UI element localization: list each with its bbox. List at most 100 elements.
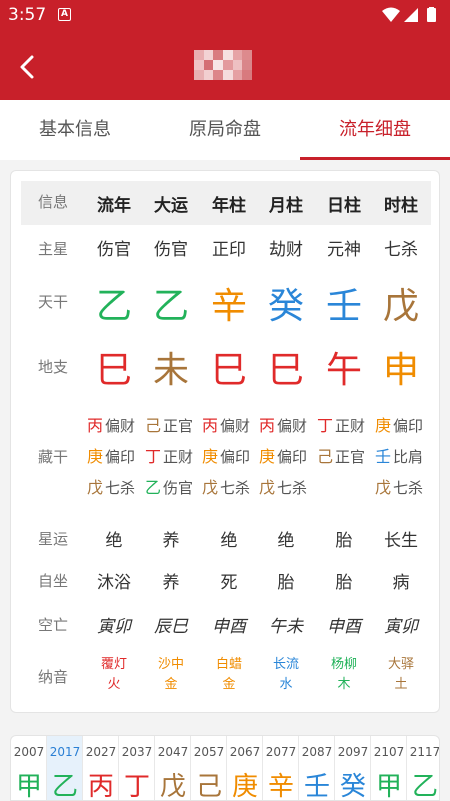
hidden-stem-entry: 戊七杀: [259, 474, 307, 498]
timeline-year-item[interactable]: 2047 戊: [155, 736, 191, 801]
nayin-line-1: 覆灯: [100, 657, 127, 672]
hidden-stem-god: 偏印: [220, 448, 251, 466]
timeline-year: 2107: [373, 745, 405, 759]
tab-original-chart[interactable]: 原局命盘: [150, 100, 300, 160]
nayin-cell: 大驿土: [372, 655, 430, 695]
hidden-stem-entry: 戊七杀: [87, 474, 135, 498]
nayin-line-1: 沙中: [157, 657, 184, 672]
timeline-stem-char: 甲: [15, 772, 42, 801]
timeline-year-item[interactable]: 2037 丁: [119, 736, 155, 800]
self-seat-cell: 沐浴: [97, 573, 131, 593]
nayin-cell: 沙中金: [142, 655, 200, 695]
nayin-line-1: 杨柳: [330, 657, 357, 672]
earthly-branch-char: 巳: [267, 350, 304, 391]
bazi-chart-card: 信息 主星 天干 地支 藏干 星运 自坐 空亡 纳音 流年 大运 年柱 月柱 日柱 时柱 伤官 伤官 正印 劫财 元神…: [10, 170, 440, 713]
column-header-3: 月柱: [269, 196, 303, 216]
hidden-stem-char: 乙: [145, 478, 162, 497]
self-seat-cell: 病: [392, 573, 410, 593]
hidden-stem-char: 己: [317, 447, 334, 466]
timeline-year: 2017: [49, 745, 81, 759]
hidden-stem-entry: 丙偏财: [259, 412, 307, 436]
timeline-year-item[interactable]: 2077 辛: [263, 736, 299, 801]
timeline-year-item[interactable]: 2007 甲: [11, 736, 47, 801]
timeline-year-item[interactable]: 2057 己: [191, 736, 227, 800]
row-label-hdr-info: 信息: [37, 193, 68, 211]
star-fortune-cell: 养: [162, 531, 180, 551]
earthly-branch-char: 巳: [95, 350, 132, 391]
nayin-cell: 白蜡金: [200, 655, 258, 695]
hidden-stem-entry: 己正官: [145, 412, 193, 436]
back-arrow-icon[interactable]: [12, 50, 46, 84]
hidden-stem-god: 七杀: [105, 479, 136, 497]
nayin-line-1: 长流: [272, 657, 299, 672]
self-seat-cell: 养: [162, 573, 180, 593]
timeline-year: 2067: [229, 745, 261, 759]
void-cell: 辰巳: [154, 617, 188, 637]
nayin-line-1: 大驿: [387, 657, 414, 672]
hidden-stem-god: 七杀: [277, 479, 308, 497]
hidden-stem-god: 偏印: [277, 448, 308, 466]
hidden-stem-char: 庚: [375, 416, 392, 435]
hidden-stem-god: 比肩: [393, 448, 424, 466]
earthly-branch-char: 巳: [210, 350, 247, 391]
hidden-stem-entry: 庚偏印: [87, 443, 135, 467]
main-star-cell: 伤官: [154, 240, 188, 260]
row-label-nayin: 纳音: [37, 668, 68, 686]
hidden-stem-entry: 庚偏印: [202, 443, 250, 467]
hidden-stem-char: 戊: [87, 478, 104, 497]
timeline-year: 2027: [85, 745, 117, 759]
hidden-stem-entry: 庚偏印: [375, 412, 423, 436]
timeline-stem-char: 辛: [267, 772, 294, 801]
hidden-stem-entry: 丁正财: [145, 443, 193, 467]
hidden-stem-entry: 丙偏财: [202, 412, 250, 436]
timeline-year-item[interactable]: 2097 癸: [335, 736, 371, 800]
timeline-year-item[interactable]: 2017 乙: [47, 736, 83, 801]
timeline-stem-char: 乙: [51, 772, 78, 801]
timeline-year: 2097: [337, 745, 369, 759]
battery-icon: [427, 8, 436, 22]
nayin-line-2: 金: [222, 677, 236, 692]
heavenly-stem-char: 辛: [210, 286, 247, 327]
timeline-year-item[interactable]: 2027 丙: [83, 736, 119, 800]
hidden-stem-char: 丙: [87, 416, 104, 435]
tab-basic-info[interactable]: 基本信息: [0, 100, 150, 160]
star-fortune-cell: 绝: [105, 531, 123, 551]
column-header-5: 时柱: [384, 196, 418, 216]
timeline-year: 2077: [265, 745, 297, 759]
hidden-stem-god: 七杀: [393, 479, 424, 497]
hidden-stem-entry: 戊七杀: [202, 474, 250, 498]
heavenly-stem-char: 癸: [267, 286, 304, 327]
hidden-stem-char: 庚: [202, 447, 219, 466]
system-status-icons: [382, 7, 436, 22]
void-cell: 申酉: [327, 617, 361, 637]
column-header-2: 年柱: [212, 196, 246, 216]
self-seat-cell: 胎: [335, 573, 353, 593]
heavenly-stem-char: 戊: [382, 286, 419, 327]
hidden-stem-char: 戊: [202, 478, 219, 497]
nayin-line-2: 火: [107, 677, 121, 692]
timeline-year-item[interactable]: 2067 庚: [227, 736, 263, 800]
timeline-year-item[interactable]: 2087 壬: [299, 736, 335, 800]
void-cell: 午未: [269, 617, 303, 637]
tab-annual-detail[interactable]: 流年细盘: [300, 100, 450, 160]
timeline-year-item[interactable]: 2107 甲: [371, 736, 407, 800]
row-label-heavenly-stem: 天干: [37, 293, 68, 311]
nayin-line-2: 土: [394, 677, 408, 692]
self-seat-cell: 胎: [277, 573, 295, 593]
app-bar: [0, 30, 450, 100]
star-fortune-cell: 长生: [384, 531, 418, 551]
void-cell: 申酉: [212, 617, 246, 637]
hidden-stem-god: 伤官: [163, 479, 194, 497]
star-fortune-cell: 绝: [220, 531, 238, 551]
timeline-stem-char: 戊: [159, 772, 186, 801]
row-label-earthly-branch: 地支: [37, 358, 68, 376]
timeline-year: 2007: [13, 745, 45, 759]
heavenly-stem-char: 乙: [152, 286, 189, 327]
timeline-year-item[interactable]: 2117 乙: [407, 736, 439, 800]
row-label-self-seat: 自坐: [37, 572, 68, 590]
main-star-cell: 伤官: [97, 240, 131, 260]
hidden-stem-char: 庚: [259, 447, 276, 466]
signal-icon: [404, 8, 418, 22]
star-fortune-cell: 绝: [277, 531, 295, 551]
wifi-icon: [382, 7, 400, 22]
